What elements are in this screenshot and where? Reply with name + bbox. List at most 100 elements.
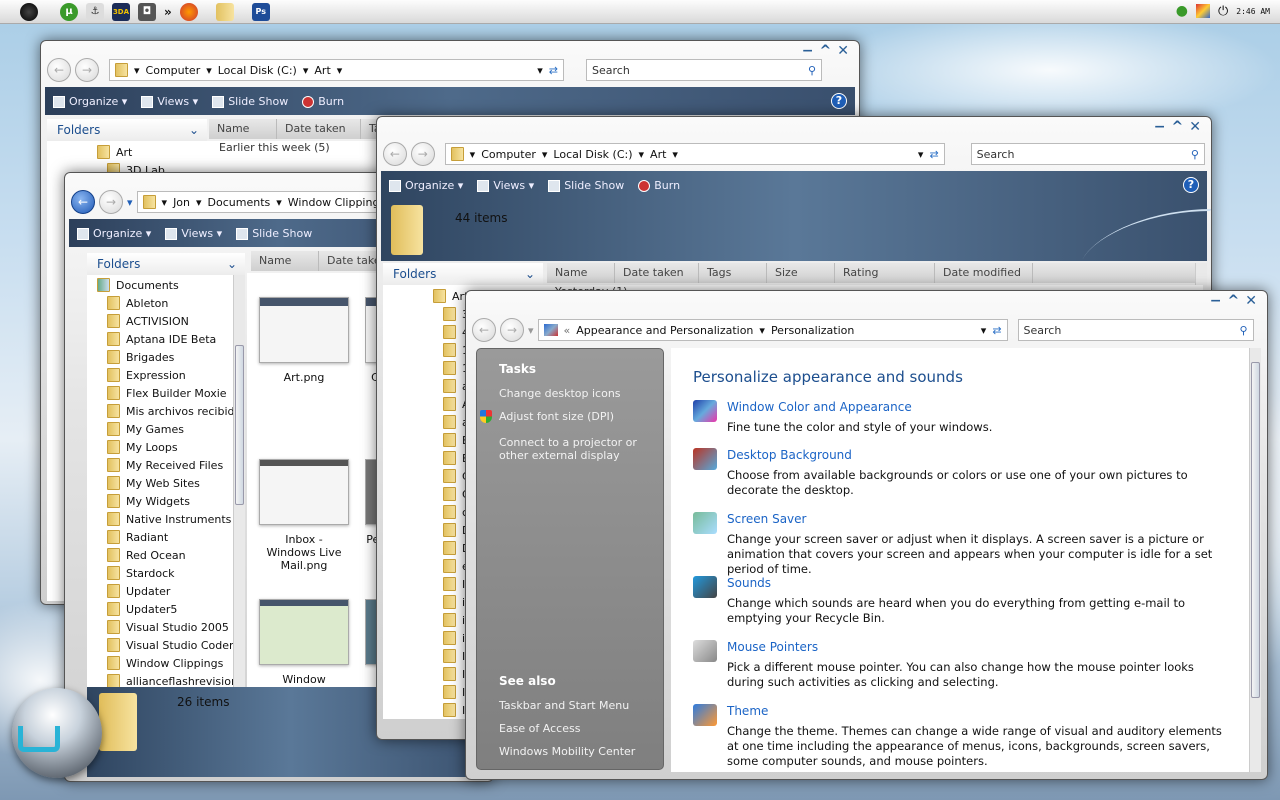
file-thumbnail[interactable]: Window Clippings - (259, 599, 349, 687)
breadcrumb-item[interactable]: Art (314, 64, 330, 77)
sounds-icon[interactable] (693, 576, 717, 598)
see-also-link[interactable]: Ease of Access (499, 722, 580, 735)
breadcrumb-item[interactable]: Documents (208, 196, 271, 209)
folder-icon[interactable] (215, 2, 234, 21)
views-button[interactable]: Views ▾ (477, 179, 534, 192)
burn-button[interactable]: Burn (638, 179, 680, 192)
slideshow-button[interactable]: Slide Show (548, 179, 624, 192)
address-dropdown-icon[interactable]: ▾ (537, 64, 543, 77)
column-date-taken[interactable]: Date taken (615, 263, 699, 283)
help-icon[interactable]: ? (831, 93, 847, 109)
tree-item[interactable]: My Received Files (107, 456, 245, 474)
desktop-background-icon[interactable] (693, 448, 717, 470)
tree-item[interactable]: Brigades (107, 348, 245, 366)
mouse-pointers-icon[interactable] (693, 640, 717, 662)
firefox-icon[interactable] (179, 2, 198, 21)
history-dropdown-icon[interactable]: ▾ (528, 324, 534, 337)
see-also-link[interactable]: Taskbar and Start Menu (499, 699, 629, 712)
forward-button[interactable]: → (75, 58, 99, 82)
tree-item[interactable]: Updater5 (107, 600, 245, 618)
personalization-link[interactable]: Sounds (727, 576, 1227, 590)
tree-item[interactable]: Art (97, 143, 132, 161)
power-plug-icon[interactable]: ⏻ (1218, 4, 1228, 19)
start-orb-icon[interactable] (20, 2, 38, 21)
slideshow-button[interactable]: Slide Show (236, 227, 312, 240)
search-input[interactable]: Search ⚲ (586, 59, 822, 81)
minimize-button[interactable]: − (1210, 293, 1222, 309)
minimize-button[interactable]: − (1154, 119, 1166, 135)
personalization-link[interactable]: Desktop Background (727, 448, 1227, 462)
folders-pane-header[interactable]: Folders ⌄ (47, 119, 207, 141)
slideshow-button[interactable]: Slide Show (212, 95, 288, 108)
see-also-link[interactable]: Windows Mobility Center (499, 745, 635, 758)
back-button[interactable]: ← (47, 58, 71, 82)
refresh-icon[interactable]: ⇄ (549, 64, 558, 77)
forward-button[interactable]: → (410, 142, 435, 166)
tree-item[interactable]: My Widgets (107, 492, 245, 510)
back-button[interactable]: ← (472, 318, 496, 342)
tree-item[interactable]: Visual Studio 2005 (107, 618, 245, 636)
forward-button[interactable]: → (99, 190, 123, 214)
address-bar[interactable]: ▾ Computer ▾ Local Disk (C:) ▾ Art ▾ ▾ ⇄ (444, 143, 945, 165)
content-scrollbar[interactable] (1249, 348, 1261, 772)
folders-pane-header[interactable]: Folders ⌄ (383, 263, 543, 285)
personalization-link[interactable]: Mouse Pointers (727, 640, 1227, 654)
task-link[interactable]: Change desktop icons (499, 387, 621, 400)
breadcrumb-item[interactable]: Local Disk (C:) (553, 148, 632, 161)
address-dropdown-icon[interactable]: ▾ (981, 324, 987, 337)
3da-icon[interactable]: 3DA (112, 2, 130, 21)
search-input[interactable]: Search ⚲ (1017, 319, 1254, 341)
window-color-icon[interactable] (693, 400, 717, 422)
tree-item[interactable]: Flex Builder Moxie (107, 384, 245, 402)
tree-item[interactable]: Aptana IDE Beta (107, 330, 245, 348)
screen-saver-icon[interactable] (693, 512, 717, 534)
task-link[interactable]: Connect to a projector or other external… (499, 436, 667, 462)
tree-item[interactable]: Stardock (107, 564, 245, 582)
views-button[interactable]: Views ▾ (141, 95, 198, 108)
tree-item[interactable]: allianceflashrevision.z (107, 672, 245, 687)
tree-item[interactable]: Mis archivos recibidos (107, 402, 245, 420)
history-dropdown-icon[interactable]: ▾ (127, 196, 133, 209)
folders-pane-header[interactable]: Folders ⌄ (87, 253, 245, 275)
personalization-link[interactable]: Screen Saver (727, 512, 1227, 526)
column-size[interactable]: Size (767, 263, 835, 283)
tree-item[interactable]: Updater (107, 582, 245, 600)
breadcrumb-item[interactable]: Window Clippings (288, 196, 385, 209)
personalization-link[interactable]: Theme (727, 704, 1227, 718)
task-link[interactable]: Adjust font size (DPI) (499, 410, 614, 423)
personalization-link[interactable]: Window Color and Appearance (727, 400, 1227, 414)
column-date-taken[interactable]: Date taken (277, 119, 361, 139)
breadcrumb-item[interactable]: Computer (146, 64, 201, 77)
file-thumbnail[interactable]: Inbox - Windows Live Mail.png (259, 459, 349, 572)
overflow-chevron-icon[interactable]: » (164, 5, 172, 19)
dock-orb-icon[interactable] (12, 688, 102, 778)
back-button[interactable]: ← (383, 142, 407, 166)
close-button[interactable]: ✕ (1245, 293, 1257, 309)
views-button[interactable]: Views ▾ (165, 227, 222, 240)
tree-item[interactable]: Ableton (107, 294, 245, 312)
column-rating[interactable]: Rating (835, 263, 935, 283)
column-name[interactable]: Name (547, 263, 615, 283)
robot-app-icon[interactable]: ◘ (138, 2, 156, 21)
breadcrumb-item[interactable]: Art (650, 148, 666, 161)
tree-scrollbar[interactable] (233, 275, 245, 687)
back-button[interactable]: ← (71, 190, 95, 214)
organize-button[interactable]: Organize ▾ (77, 227, 151, 240)
close-button[interactable]: ✕ (1189, 119, 1201, 135)
tree-item[interactable]: Expression (107, 366, 245, 384)
search-input[interactable]: Search ⚲ (970, 143, 1205, 165)
content-scrollbar[interactable] (1195, 263, 1207, 287)
photoshop-icon[interactable]: Ps (251, 2, 270, 21)
theme-icon[interactable] (693, 704, 717, 726)
tree-item[interactable]: My Web Sites (107, 474, 245, 492)
refresh-icon[interactable]: ⇄ (992, 324, 1001, 337)
file-thumbnail[interactable]: Art.png (259, 297, 349, 384)
tree-item[interactable]: Window Clippings (107, 654, 245, 672)
help-icon[interactable]: ? (1183, 177, 1199, 193)
address-bar[interactable]: ▾ Computer ▾ Local Disk (C:) ▾ Art ▾ ▾ ⇄ (109, 59, 564, 81)
breadcrumb-item[interactable]: Jon (173, 196, 190, 209)
organize-button[interactable]: Organize ▾ (53, 95, 127, 108)
tree-item[interactable]: Visual Studio Codename (107, 636, 245, 654)
utorrent-icon[interactable]: µ (60, 2, 78, 21)
paint-app-icon[interactable] (1195, 4, 1210, 18)
